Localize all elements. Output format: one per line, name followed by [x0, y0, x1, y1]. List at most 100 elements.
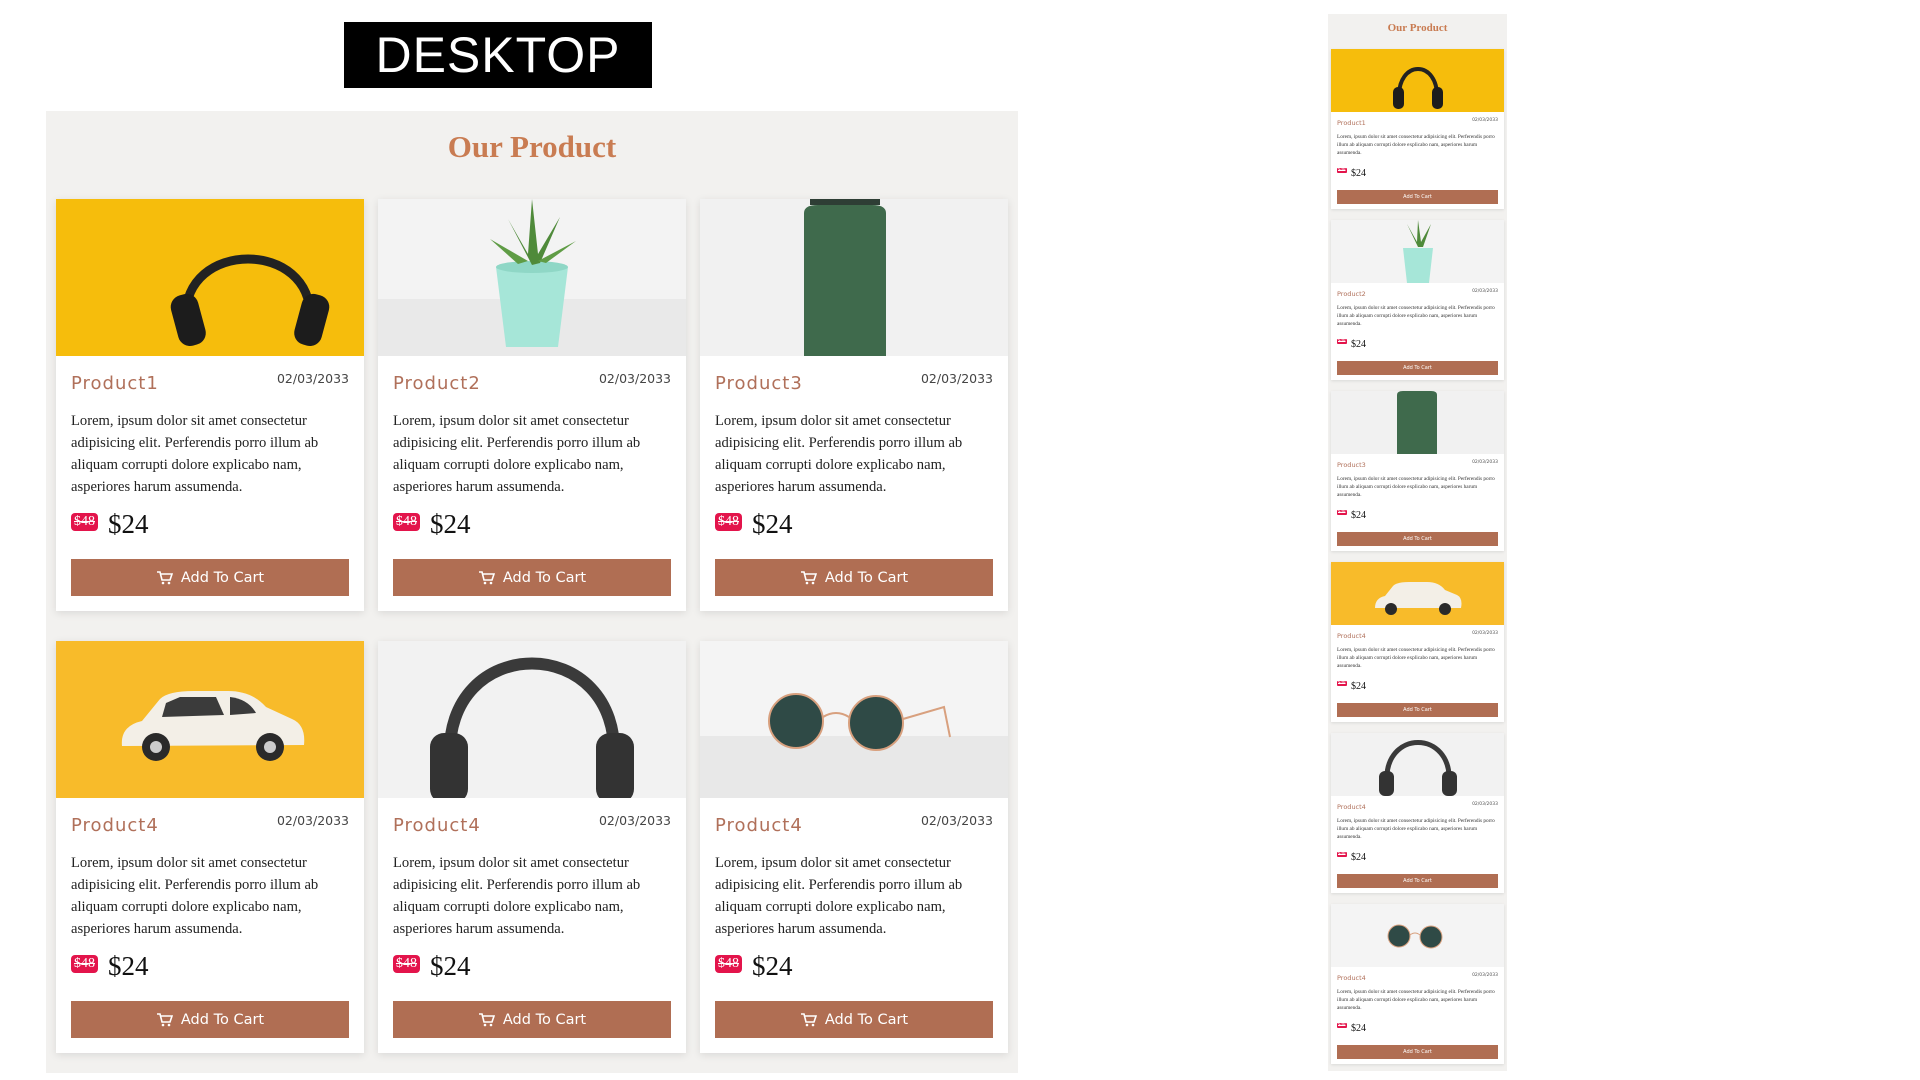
mobile-product-description: Lorem, ipsum dolor sit amet consectetur … — [1337, 476, 1495, 498]
cart-icon — [156, 571, 173, 585]
product-date: 02/03/2033 — [920, 371, 993, 386]
product-image-headphones[interactable] — [56, 199, 364, 356]
old-price-badge: $48 — [393, 955, 420, 973]
product-card: Product1 02/03/2033 Lorem, ipsum dolor s… — [56, 199, 364, 611]
mobile-image-headphones[interactable] — [1331, 49, 1504, 112]
mobile-product-description: Lorem, ipsum dolor sit amet consectetur … — [1337, 134, 1495, 156]
mobile-price: $24 — [1351, 168, 1366, 179]
mobile-old-price: $48 — [1337, 681, 1347, 686]
product-name: Product1 — [71, 373, 159, 394]
product-description: Lorem, ipsum dolor sit amet consectetur … — [71, 413, 319, 495]
mobile-old-price: $48 — [1337, 852, 1347, 857]
mobile-image-car[interactable] — [1331, 562, 1504, 625]
product-price: $24 — [752, 509, 793, 539]
product-description: Lorem, ipsum dolor sit amet consectetur … — [71, 855, 319, 937]
add-to-cart-button[interactable]: Add To Cart — [71, 559, 349, 596]
product-image-sunglasses[interactable] — [700, 641, 1008, 798]
mobile-product-description: Lorem, ipsum dolor sit amet consectetur … — [1337, 989, 1495, 1011]
desktop-label: DESKTOP — [344, 22, 652, 88]
old-price-badge: $48 — [71, 513, 98, 531]
mobile-image-plant[interactable] — [1331, 220, 1504, 283]
product-card: Product3 02/03/2033 Lorem, ipsum dolor s… — [700, 199, 1008, 611]
mobile-product-card: Product4 02/03/2033 Lorem, ipsum dolor s… — [1331, 904, 1504, 1064]
mobile-add-to-cart-button[interactable]: Add To Cart — [1337, 532, 1498, 546]
old-price-badge: $48 — [393, 513, 420, 531]
product-card: Product4 02/03/2033 Lorem, ipsum dolor s… — [56, 641, 364, 1053]
mobile-add-to-cart-button[interactable]: Add To Cart — [1337, 190, 1498, 204]
mobile-add-to-cart-button[interactable]: Add To Cart — [1337, 1045, 1498, 1059]
section-title: Our Product — [447, 129, 617, 164]
mobile-product-name: Product4 — [1337, 803, 1366, 811]
button-label: Add To Cart — [180, 1011, 265, 1028]
mobile-product-date: 02/03/2033 — [1472, 289, 1498, 294]
product-description: Lorem, ipsum dolor sit amet consectetur … — [393, 413, 641, 495]
cart-icon — [156, 1013, 173, 1027]
product-name: Product4 — [715, 815, 803, 836]
product-image-plant[interactable] — [378, 199, 686, 356]
add-to-cart-button[interactable]: Add To Cart — [715, 559, 993, 596]
mobile-product-date: 02/03/2033 — [1472, 973, 1498, 978]
mobile-add-to-cart-button[interactable]: Add To Cart — [1337, 703, 1498, 717]
mobile-product-name: Product4 — [1337, 974, 1366, 982]
product-image-grey-headphones[interactable] — [378, 641, 686, 798]
product-description: Lorem, ipsum dolor sit amet consectetur … — [715, 855, 963, 937]
button-label: Add To Cart — [824, 569, 909, 586]
mobile-old-price: $48 — [1337, 1023, 1347, 1028]
cart-icon — [800, 571, 817, 585]
product-image-car[interactable] — [56, 641, 364, 798]
mobile-add-to-cart-button[interactable]: Add To Cart — [1337, 361, 1498, 375]
product-price: $24 — [108, 509, 149, 539]
product-price: $24 — [752, 951, 793, 981]
mobile-price: $24 — [1351, 339, 1366, 350]
mobile-product-card: Product4 02/03/2033 Lorem, ipsum dolor s… — [1331, 733, 1504, 893]
cart-icon — [478, 571, 495, 585]
mobile-price: $24 — [1351, 852, 1366, 863]
cart-icon — [800, 1013, 817, 1027]
old-price-badge: $48 — [715, 955, 742, 973]
product-card: Product2 02/03/2033 Lorem, ipsum dolor s… — [378, 199, 686, 611]
mobile-add-to-cart-button[interactable]: Add To Cart — [1337, 874, 1498, 888]
product-section-desktop: Our Product Product1 02/03/2033 Lorem, i… — [46, 111, 1018, 1073]
mobile-product-description: Lorem, ipsum dolor sit amet consectetur … — [1337, 818, 1495, 840]
mobile-product-description: Lorem, ipsum dolor sit amet consectetur … — [1337, 305, 1495, 327]
mobile-product-date: 02/03/2033 — [1472, 802, 1498, 807]
product-image-bottle[interactable] — [700, 199, 1008, 356]
mobile-image-sunglasses[interactable] — [1331, 904, 1504, 967]
product-date: 02/03/2033 — [920, 813, 993, 828]
mobile-product-name: Product4 — [1337, 632, 1366, 640]
add-to-cart-button[interactable]: Add To Cart — [71, 1001, 349, 1038]
button-label: Add To Cart — [180, 569, 265, 586]
add-to-cart-button[interactable]: Add To Cart — [715, 1001, 993, 1038]
old-price-badge: $48 — [715, 513, 742, 531]
product-price: $24 — [430, 509, 471, 539]
product-date: 02/03/2033 — [276, 813, 349, 828]
product-description: Lorem, ipsum dolor sit amet consectetur … — [393, 855, 641, 937]
mobile-price: $24 — [1351, 1023, 1366, 1034]
cart-icon — [478, 1013, 495, 1027]
mobile-image-grey-headphones[interactable] — [1331, 733, 1504, 796]
mobile-product-card: Product4 02/03/2033 Lorem, ipsum dolor s… — [1331, 562, 1504, 722]
product-date: 02/03/2033 — [598, 813, 671, 828]
button-label: Add To Cart — [502, 1011, 587, 1028]
add-to-cart-button[interactable]: Add To Cart — [393, 1001, 671, 1038]
product-date: 02/03/2033 — [276, 371, 349, 386]
mobile-section-title: Our Product — [1387, 22, 1448, 34]
mobile-image-bottle[interactable] — [1331, 391, 1504, 454]
product-section-mobile: Our Product Product1 02/03/2033 Lorem, i… — [1328, 14, 1507, 1071]
mobile-old-price: $48 — [1337, 339, 1347, 344]
mobile-old-price: $48 — [1337, 510, 1347, 515]
product-description: Lorem, ipsum dolor sit amet consectetur … — [715, 413, 963, 495]
product-name: Product3 — [715, 373, 803, 394]
mobile-product-date: 02/03/2033 — [1472, 460, 1498, 465]
product-card: Product4 02/03/2033 Lorem, ipsum dolor s… — [700, 641, 1008, 1053]
button-label: Add To Cart — [824, 1011, 909, 1028]
add-to-cart-button[interactable]: Add To Cart — [393, 559, 671, 596]
mobile-product-description: Lorem, ipsum dolor sit amet consectetur … — [1337, 647, 1495, 669]
product-name: Product2 — [393, 373, 481, 394]
product-name: Product4 — [71, 815, 159, 836]
mobile-price: $24 — [1351, 510, 1366, 521]
product-price: $24 — [430, 951, 471, 981]
product-date: 02/03/2033 — [598, 371, 671, 386]
product-price: $24 — [108, 951, 149, 981]
mobile-product-date: 02/03/2033 — [1472, 631, 1498, 636]
